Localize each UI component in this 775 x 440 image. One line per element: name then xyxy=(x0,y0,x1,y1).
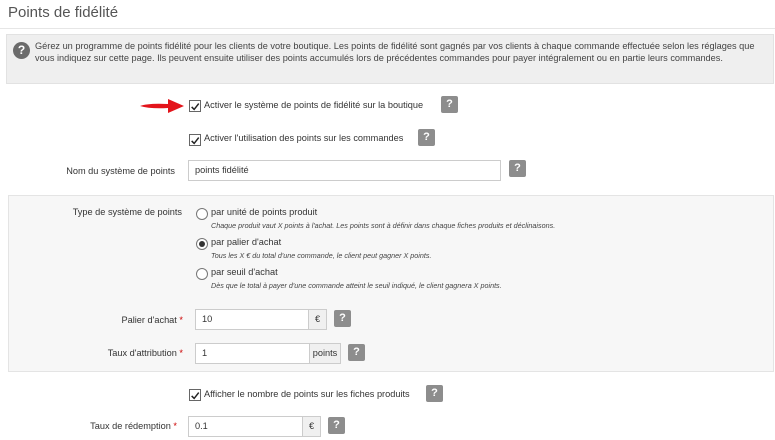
radio-per-product-label: par unité de points produit xyxy=(211,207,318,217)
info-box: ? Gérez un programme de points fidélité … xyxy=(6,34,774,84)
award-rate-label: Taux d'attribution * xyxy=(40,348,183,358)
enable-loyalty-label: Activer le système de points de fidélité… xyxy=(204,100,424,110)
radio-per-tier-label: par palier d'achat xyxy=(211,237,282,247)
question-circle-icon: ? xyxy=(13,42,30,59)
show-points-checkbox[interactable] xyxy=(189,389,201,401)
radio-per-tier[interactable] xyxy=(196,238,208,250)
help-button-tier[interactable]: ? xyxy=(334,310,351,327)
checkmark-icon xyxy=(191,391,200,400)
points-type-label: Type de système de points xyxy=(72,207,182,217)
help-button-enable[interactable]: ? xyxy=(441,96,458,113)
required-mark: * xyxy=(179,315,183,325)
info-text: Gérez un programme de points fidélité po… xyxy=(35,41,755,63)
enable-loyalty-checkbox[interactable] xyxy=(189,100,201,112)
help-button-award[interactable]: ? xyxy=(348,344,365,361)
help-button-show[interactable]: ? xyxy=(426,385,443,402)
required-mark: * xyxy=(173,421,177,431)
redemption-rate-label-text: Taux de rédemption xyxy=(90,421,171,431)
redemption-rate-label: Taux de rédemption * xyxy=(40,421,177,431)
enable-points-use-label: Activer l'utilisation des points sur les… xyxy=(204,133,404,143)
points-name-label: Nom du système de points xyxy=(66,166,175,176)
redemption-rate-input[interactable]: 0.1 xyxy=(188,416,303,437)
help-button-name[interactable]: ? xyxy=(509,160,526,177)
award-rate-input[interactable]: 1 xyxy=(195,343,310,364)
points-name-input[interactable]: points fidélité xyxy=(188,160,501,181)
help-button-use[interactable]: ? xyxy=(418,129,435,146)
purchase-tier-unit: € xyxy=(308,309,327,330)
radio-threshold[interactable] xyxy=(196,268,208,280)
redemption-rate-unit: € xyxy=(302,416,321,437)
purchase-tier-label-text: Palier d'achat xyxy=(121,315,177,325)
title-divider xyxy=(0,28,775,29)
radio-per-product[interactable] xyxy=(196,208,208,220)
radio-per-tier-desc: Tous les X € du total d'une commande, le… xyxy=(211,251,432,260)
radio-per-product-desc: Chaque produit vaut X points à l'achat. … xyxy=(211,221,556,230)
show-points-label: Afficher le nombre de points sur les fic… xyxy=(204,389,410,399)
required-mark: * xyxy=(179,348,183,358)
red-arrow-icon xyxy=(140,99,184,113)
radio-threshold-label: par seuil d'achat xyxy=(211,267,278,277)
checkmark-icon xyxy=(191,136,200,145)
radio-threshold-desc: Dès que le total à payer d'une commande … xyxy=(211,281,502,290)
help-button-redeem[interactable]: ? xyxy=(328,417,345,434)
award-rate-label-text: Taux d'attribution xyxy=(107,348,177,358)
purchase-tier-label: Palier d'achat * xyxy=(40,315,183,325)
enable-points-use-checkbox[interactable] xyxy=(189,134,201,146)
purchase-tier-input[interactable]: 10 xyxy=(195,309,309,330)
page-title: Points de fidélité xyxy=(8,4,119,21)
award-rate-unit: points xyxy=(309,343,341,364)
checkmark-icon xyxy=(191,102,200,111)
